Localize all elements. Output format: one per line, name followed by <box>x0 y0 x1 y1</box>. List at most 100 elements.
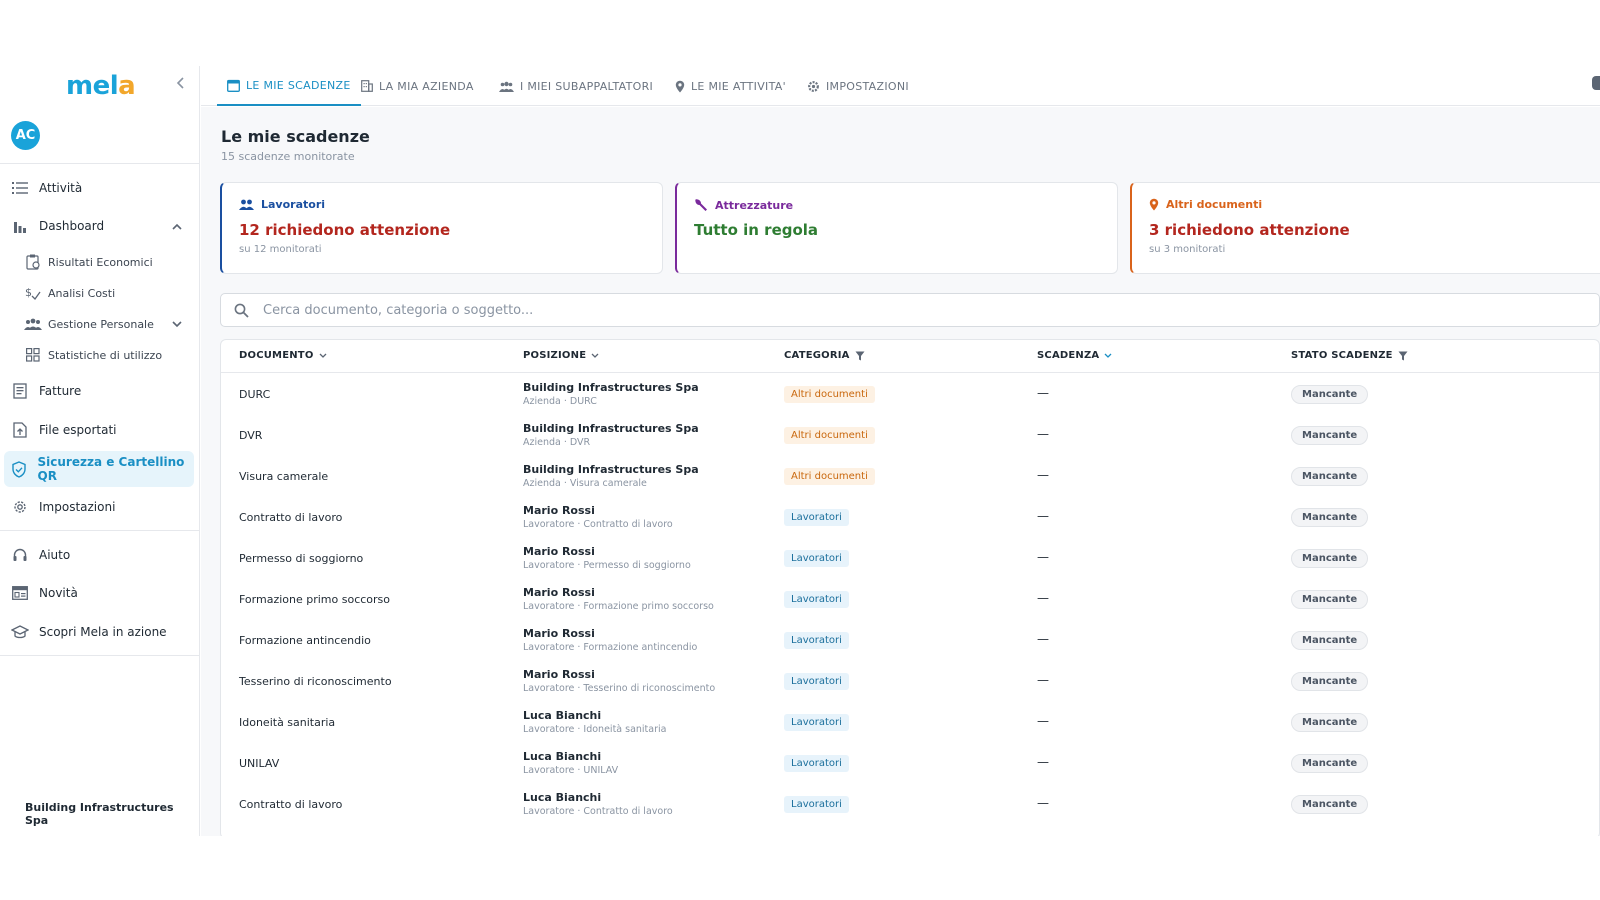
table-row[interactable]: Formazione primo soccorso Mario Rossi La… <box>221 579 1599 620</box>
sidebar-item-scopri-mela[interactable]: Scopri Mela in azione <box>4 615 194 649</box>
sidebar-item-label: Dashboard <box>39 219 105 233</box>
column-header-stato-scadenze[interactable]: STATO SCADENZE <box>1291 350 1408 361</box>
cell-posizione: Luca Bianchi <box>523 750 602 763</box>
sidebar-item-attivita[interactable]: Attività <box>4 171 194 205</box>
table-row[interactable]: DVR Building Infrastructures Spa Azienda… <box>221 415 1599 456</box>
summary-card-lavoratori[interactable]: Lavoratori 12 richiedono attenzione su 1… <box>220 182 663 274</box>
sidebar-item-file-esportati[interactable]: File esportati <box>4 413 194 447</box>
status-badge: Mancante <box>1291 631 1369 650</box>
column-header-posizione[interactable]: POSIZIONE <box>523 350 599 361</box>
cell-posizione-detail: Lavoratore · Contratto di lavoro <box>523 519 673 530</box>
chevron-down-icon[interactable] <box>172 318 182 331</box>
status-badge: Mancante <box>1291 713 1369 732</box>
search-icon <box>234 303 249 322</box>
card-header: Altri documenti <box>1149 198 1262 211</box>
cell-documento: Idoneità sanitaria <box>239 716 336 729</box>
sidebar-item-analisi-costi[interactable]: $ Analisi Costi <box>4 276 194 310</box>
sidebar-item-sicurezza[interactable]: Sicurezza e Cartellino QR <box>4 451 194 487</box>
logo-row: mela <box>0 66 200 108</box>
cell-posizione: Mario Rossi <box>523 586 595 599</box>
sidebar-item-aiuto[interactable]: Aiuto <box>4 538 194 572</box>
table-row[interactable]: DURC Building Infrastructures Spa Aziend… <box>221 374 1599 415</box>
tab-label: LA MIA AZIENDA <box>379 79 474 93</box>
category-badge: Lavoratori <box>784 632 849 649</box>
sidebar-item-label: Scopri Mela in azione <box>39 625 167 639</box>
column-header-scadenza[interactable]: SCADENZA <box>1037 350 1112 361</box>
wrench-icon <box>694 198 708 212</box>
table-row[interactable]: Contratto di lavoro Luca Bianchi Lavorat… <box>221 784 1599 825</box>
table-row[interactable]: Tesserino di riconoscimento Mario Rossi … <box>221 661 1599 702</box>
tab-label: I MIEI SUBAPPALTATORI <box>520 79 654 93</box>
table-row[interactable]: UNILAV Luca Bianchi Lavoratore · UNILAV … <box>221 743 1599 784</box>
status-badge: Mancante <box>1291 426 1369 445</box>
sidebar-item-dashboard[interactable]: Dashboard <box>4 209 194 243</box>
column-header-label: POSIZIONE <box>523 350 587 361</box>
tab-la-mia-azienda[interactable]: LA MIA AZIENDA <box>361 66 474 106</box>
sidebar-item-label: File esportati <box>39 423 117 437</box>
mela-logo[interactable]: mela <box>66 71 136 101</box>
summary-card-altri-documenti[interactable]: Altri documenti 3 richiedono attenzione … <box>1130 182 1600 274</box>
card-header: Lavoratori <box>239 198 325 211</box>
tab-label: LE MIE ATTIVITA' <box>691 79 786 93</box>
sidebar-divider <box>0 530 200 531</box>
bell-icon[interactable] <box>1592 76 1600 90</box>
sidebar-item-label: Impostazioni <box>39 500 116 514</box>
sidebar-item-fatture[interactable]: Fatture <box>4 374 194 408</box>
bar-chart-icon <box>11 217 29 235</box>
tab-impostazioni[interactable]: IMPOSTAZIONI <box>807 66 909 106</box>
category-badge: Altri documenti <box>784 427 875 444</box>
column-header-label: CATEGORIA <box>784 350 850 361</box>
sidebar-item-label: Risultati Economici <box>48 255 153 269</box>
avatar[interactable]: AC <box>11 121 40 150</box>
table-row[interactable]: Idoneità sanitaria Luca Bianchi Lavorato… <box>221 702 1599 743</box>
gear-icon <box>807 80 820 93</box>
cost-icon: $ <box>24 284 42 302</box>
category-badge: Lavoratori <box>784 550 849 567</box>
sidebar-item-gestione-personale[interactable]: Gestione Personale <box>4 307 194 341</box>
tab-le-mie-scadenze[interactable]: LE MIE SCADENZE <box>217 66 361 106</box>
category-badge: Lavoratori <box>784 591 849 608</box>
status-badge: Mancante <box>1291 508 1369 527</box>
chevron-up-icon[interactable] <box>172 220 182 233</box>
clipboard-chart-icon <box>24 253 42 271</box>
status-badge: Mancante <box>1291 385 1369 404</box>
cell-posizione: Mario Rossi <box>523 545 595 558</box>
sidebar-item-novita[interactable]: Novità <box>4 576 194 610</box>
sidebar-divider <box>0 655 200 656</box>
filter-icon[interactable] <box>1398 351 1408 361</box>
collapse-sidebar-button[interactable] <box>176 76 190 92</box>
sidebar-item-impostazioni[interactable]: Impostazioni <box>4 490 194 524</box>
sidebar-item-statistiche[interactable]: Statistiche di utilizzo <box>4 338 194 372</box>
status-badge: Mancante <box>1291 549 1369 568</box>
table-row[interactable]: Permesso di soggiorno Mario Rossi Lavora… <box>221 538 1599 579</box>
pin-icon <box>675 80 685 93</box>
gear-icon <box>11 498 29 516</box>
card-header: Attrezzature <box>694 198 793 212</box>
category-badge: Lavoratori <box>784 509 849 526</box>
table-row[interactable]: Contratto di lavoro Mario Rossi Lavorato… <box>221 497 1599 538</box>
column-header-documento[interactable]: DOCUMENTO <box>239 350 327 361</box>
graduation-cap-icon <box>11 623 29 641</box>
invoice-icon <box>11 382 29 400</box>
top-tabs: LE MIE SCADENZE LA MIA AZIENDA I MIEI SU… <box>201 66 1600 106</box>
column-header-categoria[interactable]: CATEGORIA <box>784 350 865 361</box>
tab-i-miei-subappaltatori[interactable]: I MIEI SUBAPPALTATORI <box>499 66 653 106</box>
cell-posizione-detail: Lavoratore · Idoneità sanitaria <box>523 724 667 735</box>
card-title: Altri documenti <box>1166 198 1263 211</box>
sidebar-item-label: Aiuto <box>39 548 71 562</box>
status-badge: Mancante <box>1291 590 1369 609</box>
sidebar-item-risultati-economici[interactable]: Risultati Economici <box>4 245 194 279</box>
search-input[interactable] <box>263 300 1563 320</box>
sidebar-item-label: Sicurezza e Cartellino QR <box>37 455 185 483</box>
cell-documento: Visura camerale <box>239 470 329 483</box>
summary-card-attrezzature[interactable]: Attrezzature Tutto in regola <box>675 182 1118 274</box>
filter-icon[interactable] <box>855 351 865 361</box>
tab-label: LE MIE SCADENZE <box>246 78 351 92</box>
table-row[interactable]: Visura camerale Building Infrastructures… <box>221 456 1599 497</box>
pin-icon <box>1149 198 1159 211</box>
cell-documento: Tesserino di riconoscimento <box>239 675 392 688</box>
page-subtitle: 15 scadenze monitorate <box>221 150 355 163</box>
cell-documento: Formazione primo soccorso <box>239 593 391 606</box>
table-row[interactable]: Formazione antincendio Mario Rossi Lavor… <box>221 620 1599 661</box>
tab-le-mie-attivita[interactable]: LE MIE ATTIVITA' <box>675 66 786 106</box>
